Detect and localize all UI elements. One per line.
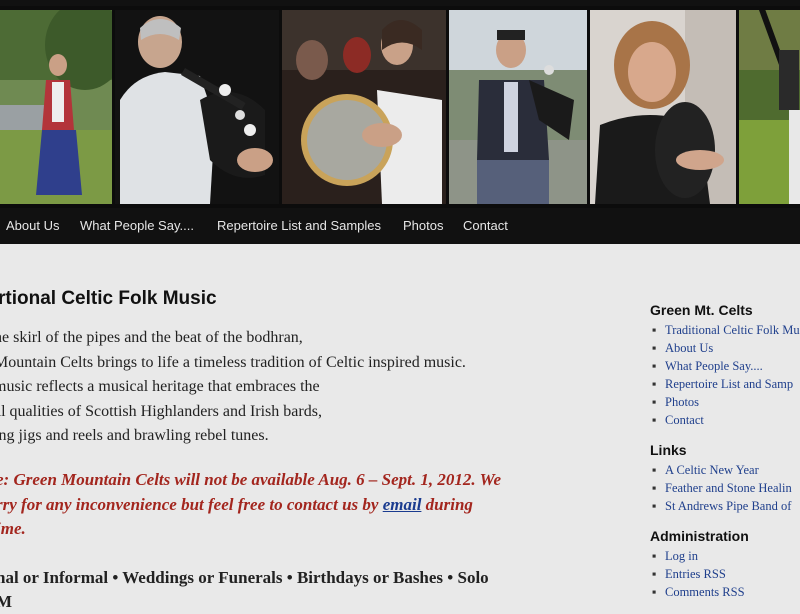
sidebar-link-label[interactable]: Entries RSS	[665, 567, 726, 581]
sidebar-link[interactable]: ▪ Photos	[650, 393, 800, 411]
sidebar-link-label[interactable]: Traditional Celtic Folk Mu	[665, 323, 800, 337]
banner-photo-piper	[115, 10, 279, 204]
bullet-icon: ▪	[652, 377, 657, 391]
sidebar-link-label[interactable]: St Andrews Pipe Band of	[665, 499, 791, 513]
bullet-icon: ▪	[652, 395, 657, 409]
sidebar-link[interactable]: ▪ St Andrews Pipe Band of	[650, 497, 800, 515]
banner-photo-woman-bodhran	[590, 10, 736, 204]
bullet-icon: ▪	[652, 549, 657, 563]
sidebar-link-label[interactable]: What People Say....	[665, 359, 763, 373]
email-link[interactable]: email	[383, 495, 422, 514]
sidebar-link-label[interactable]: About Us	[665, 341, 713, 355]
notice-line: e: Green Mountain Celts will not be avai…	[0, 470, 501, 489]
sidebar-heading-administration: Administration	[650, 528, 749, 544]
notice-text: rry for any inconvenience but feel free …	[0, 494, 383, 514]
bullet-icon: ▪	[652, 585, 657, 599]
banner-photo-singer	[0, 10, 112, 204]
sidebar-link-label[interactable]: Photos	[665, 395, 699, 409]
sidebar-link-label[interactable]: Feather and Stone Healin	[665, 481, 792, 495]
nav-contact[interactable]: Contact	[463, 218, 508, 233]
banner-photo-bagpipes	[739, 10, 800, 204]
event-types-line: M	[0, 592, 13, 611]
nav-photos[interactable]: Photos	[403, 218, 443, 233]
main-content: rtional Celtic Folk Music he skirl of th…	[0, 244, 800, 611]
intro-line: ing jigs and reels and brawling rebel tu…	[0, 427, 269, 444]
bullet-icon: ▪	[652, 481, 657, 495]
nav-about-us[interactable]: About Us	[6, 218, 59, 233]
bullet-icon: ▪	[652, 567, 657, 581]
header-banner	[0, 6, 800, 208]
sidebar-link[interactable]: ▪ Feather and Stone Healin	[650, 479, 800, 497]
notice-line: rry for any inconvenience but feel free …	[0, 493, 606, 518]
sidebar-link[interactable]: ▪ Traditional Celtic Folk Mu	[650, 321, 800, 339]
intro-line: Mountain Celts brings to life a timeless…	[0, 353, 466, 371]
page-title: rtional Celtic Folk Music	[0, 288, 217, 309]
sidebar-link[interactable]: ▪ Contact	[650, 411, 800, 429]
nav-repertoire[interactable]: Repertoire List and Samples	[217, 218, 381, 233]
event-types-line: nal or Informal • Weddings or Funerals •…	[0, 568, 489, 587]
sidebar-link[interactable]: ▪ What People Say....	[650, 357, 800, 375]
main-nav: About Us What People Say.... Repertoire …	[0, 208, 800, 244]
sidebar-link-label[interactable]: Contact	[665, 413, 704, 427]
notice-text: during	[421, 494, 473, 514]
bullet-icon: ▪	[652, 359, 657, 373]
sidebar-link[interactable]: ▪ Comments RSS	[650, 583, 800, 601]
bullet-icon: ▪	[652, 323, 657, 337]
sidebar: Green Mt. Celts ▪ Traditional Celtic Folk…	[650, 302, 800, 614]
intro-line: he skirl of the pipes and the beat of th…	[0, 329, 303, 346]
intro-text: he skirl of the pipes and the beat of th…	[0, 326, 466, 449]
notice-line: ime.	[0, 519, 26, 538]
banner-photo-drummer	[282, 10, 446, 204]
sidebar-link[interactable]: ▪ About Us	[650, 339, 800, 357]
event-types: nal or Informal • Weddings or Funerals •…	[0, 566, 489, 614]
sidebar-heading-green-mt-celts: Green Mt. Celts	[650, 302, 753, 318]
sidebar-admin-list: ▪ Log in ▪ Entries RSS ▪ Comments RSS	[650, 547, 800, 601]
bullet-icon: ▪	[652, 463, 657, 477]
intro-line: al qualities of Scottish Highlanders and…	[0, 402, 322, 420]
bullet-icon: ▪	[652, 499, 657, 513]
sidebar-link-label[interactable]: Comments RSS	[665, 585, 745, 599]
bullet-icon: ▪	[652, 341, 657, 355]
sidebar-link-label[interactable]: Log in	[665, 549, 698, 563]
sidebar-link[interactable]: ▪ Repertoire List and Samp	[650, 375, 800, 393]
sidebar-pages-list: ▪ Traditional Celtic Folk Mu ▪ About Us ▪ W…	[650, 321, 800, 429]
sidebar-link[interactable]: ▪ Entries RSS	[650, 565, 800, 583]
sidebar-links-list: ▪ A Celtic New Year ▪ Feather and Stone He…	[650, 461, 800, 515]
availability-notice: e: Green Mountain Celts will not be avai…	[0, 468, 606, 542]
sidebar-heading-links: Links	[650, 442, 687, 458]
bullet-icon: ▪	[652, 413, 657, 427]
sidebar-link[interactable]: ▪ Log in	[650, 547, 800, 565]
nav-what-people-say[interactable]: What People Say....	[80, 218, 194, 233]
sidebar-link-label[interactable]: A Celtic New Year	[665, 463, 759, 477]
sidebar-link[interactable]: ▪ A Celtic New Year	[650, 461, 800, 479]
intro-line: music reflects a musical heritage that e…	[0, 378, 320, 395]
sidebar-link-label[interactable]: Repertoire List and Samp	[665, 377, 793, 391]
banner-photo-outdoor-piper	[449, 10, 587, 204]
